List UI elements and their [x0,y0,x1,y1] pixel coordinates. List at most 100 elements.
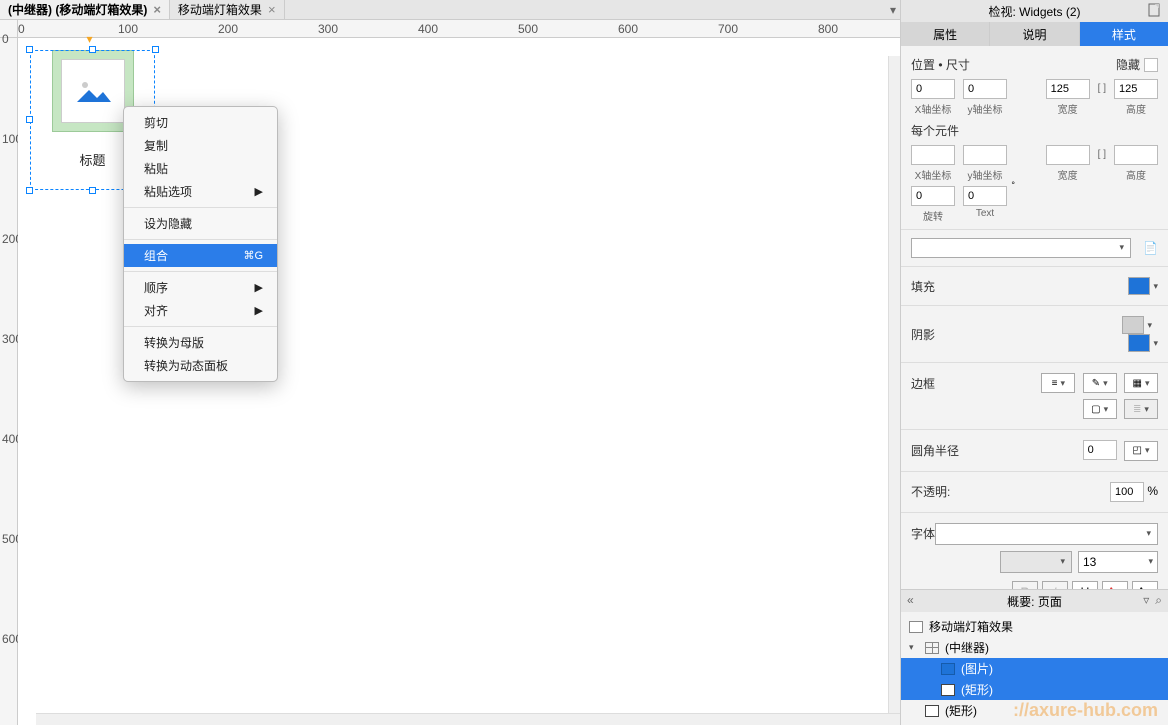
ruler-tick: 0 [18,22,25,36]
font-color-button[interactable]: A ▾ [1102,581,1128,590]
tab-notes[interactable]: 说明 [990,22,1079,46]
outline-title-bar: « 概要: 页面 ▿ ⌕ [901,590,1168,612]
resize-handle[interactable] [89,46,96,53]
shadow-label: 阴影 [911,326,935,343]
outline-panel: « 概要: 页面 ▿ ⌕ 移动端灯箱效果 ▾ (中继器) [901,589,1168,725]
rect-icon [941,684,955,696]
ruler-tick: 600 [618,22,638,36]
inspector-tabs: 属性 说明 样式 [901,22,1168,46]
rotation-handle-icon[interactable]: ▾ [87,32,93,46]
pos-size-label: 位置 • 尺寸 [911,56,970,73]
tree-rect[interactable]: (矩形) [901,679,1168,700]
document-tab-active[interactable]: (中继器) (移动端灯箱效果) × [0,0,170,19]
canvas[interactable]: ▾ 标题 [18,38,900,725]
ctx-group[interactable]: 组合⌘G [124,244,277,267]
tree-repeater[interactable]: ▾ (中继器) [901,637,1168,658]
close-icon[interactable]: × [268,3,276,16]
ctx-set-hidden[interactable]: 设为隐藏 [124,212,277,235]
style-preset-dropdown[interactable]: ▾ [911,238,1131,258]
resize-handle[interactable] [89,187,96,194]
context-menu: 剪切 复制 粘贴 粘贴选项▶ 设为隐藏 组合⌘G 顺序▶ 对齐▶ 转换为母版 转… [123,106,278,382]
border-pattern-picker[interactable]: ≣ ▾ [1124,399,1158,419]
rotation-input[interactable] [911,186,955,206]
tree-image[interactable]: (图片) [901,658,1168,679]
notes-icon[interactable] [1148,3,1162,17]
resize-handle[interactable] [152,46,159,53]
filter-icon[interactable]: ▿ [1143,593,1149,608]
height-input[interactable] [1114,79,1158,99]
resize-handle[interactable] [26,116,33,123]
ctx-copy[interactable]: 复制 [124,134,277,157]
edit-style-icon[interactable]: 📄 [1143,241,1158,255]
vertical-scrollbar[interactable] [888,56,900,713]
ctx-paste[interactable]: 粘贴 [124,157,277,180]
inspector-title-bar: 检视: Widgets (2) [901,0,1168,22]
y-input[interactable] [963,79,1007,99]
submenu-arrow-icon: ▶ [255,304,263,317]
border-color-picker[interactable]: ✎ ▾ [1083,373,1117,393]
ruler-tick: 300 [318,22,338,36]
border-width-picker[interactable]: ≡ ▾ [1041,373,1075,393]
tab-properties[interactable]: 属性 [901,22,990,46]
tree-label: (矩形) [945,702,977,719]
each-h-input[interactable] [1114,145,1158,165]
tree-label: 移动端灯箱效果 [929,618,1013,635]
ctx-to-master[interactable]: 转换为母版 [124,331,277,354]
each-x-input[interactable] [911,145,955,165]
submenu-arrow-icon: ▶ [255,281,263,294]
ctx-to-dynamic-panel[interactable]: 转换为动态面板 [124,354,277,377]
radius-corners-picker[interactable]: ◰ ▾ [1124,441,1158,461]
opacity-input[interactable] [1110,482,1144,502]
document-tab[interactable]: 移动端灯箱效果 × [170,0,285,19]
resize-handle[interactable] [26,187,33,194]
bold-button[interactable]: B [1012,581,1038,590]
tab-overflow[interactable]: ▾ [890,0,900,19]
each-w-input[interactable] [1046,145,1090,165]
font-weight-dropdown[interactable]: ▾ [1000,551,1072,573]
width-input[interactable] [1046,79,1090,99]
hide-checkbox[interactable] [1144,58,1158,72]
outer-shadow-picker[interactable]: ▾ [1122,316,1158,334]
lock-aspect-icon[interactable]: [ ] [1098,149,1106,160]
italic-button[interactable]: I [1042,581,1068,590]
ruler-tick: 400 [418,22,438,36]
ctx-order[interactable]: 顺序▶ [124,276,277,299]
border-style-picker[interactable]: ▦ ▾ [1124,373,1158,393]
close-icon[interactable]: × [153,3,161,16]
font-size-dropdown[interactable]: 13▾ [1078,551,1158,573]
border-sides-picker[interactable]: ▢ ▾ [1083,399,1117,419]
image-widget[interactable] [52,50,134,132]
tree-page[interactable]: 移动端灯箱效果 [901,616,1168,637]
caret-icon[interactable]: ▾ [909,642,919,653]
font-extra-button[interactable]: A ▾ [1132,581,1158,590]
text-rotation-input[interactable] [963,186,1007,206]
radius-input[interactable] [1083,440,1117,460]
outline-title: 概要: 页面 [1007,593,1062,610]
image-icon [941,663,955,675]
x-input[interactable] [911,79,955,99]
tab-style[interactable]: 样式 [1080,22,1168,46]
ruler-tick: 200 [218,22,238,36]
w-label: 宽度 [1058,167,1078,182]
fill-color-picker[interactable]: ▾ [1128,277,1158,295]
ruler-tick: 700 [718,22,738,36]
ctx-align[interactable]: 对齐▶ [124,299,277,322]
ctx-cut[interactable]: 剪切 [124,111,277,134]
horizontal-scrollbar[interactable] [36,713,900,725]
repeater-icon [925,642,939,654]
document-tab-bar: (中继器) (移动端灯箱效果) × 移动端灯箱效果 × ▾ [0,0,900,20]
lock-aspect-icon[interactable]: [ ] [1098,83,1106,94]
font-family-dropdown[interactable]: ▾ [935,523,1158,545]
fill-label: 填充 [911,278,935,295]
each-widget-label: 每个元件 [911,122,959,139]
inner-shadow-picker[interactable]: ▾ [1128,334,1158,352]
underline-button[interactable]: U [1072,581,1098,590]
search-icon[interactable]: ⌕ [1155,593,1162,608]
ctx-paste-options[interactable]: 粘贴选项▶ [124,180,277,203]
ruler-tick: 0 [2,32,9,46]
resize-handle[interactable] [26,46,33,53]
each-y-input[interactable] [963,145,1007,165]
collapse-icon[interactable]: « [907,593,914,607]
text-rot-label: Text [976,208,994,219]
ruler-tick: 500 [518,22,538,36]
